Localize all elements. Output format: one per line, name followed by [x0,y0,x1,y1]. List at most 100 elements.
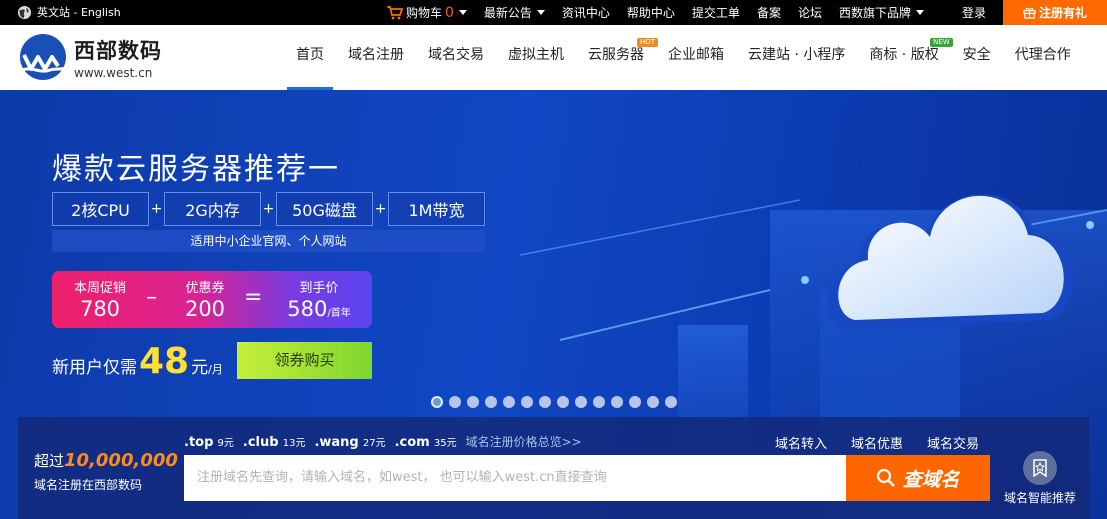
carousel-dot[interactable] [593,396,605,408]
search-icon [877,468,896,487]
west-logo-icon [20,34,66,80]
spec-memory: 2G内存 [164,192,261,226]
final-price: 到手价 580/首年 [274,277,364,327]
new-user-per: /月 [208,363,223,376]
carousel-dot[interactable] [431,396,443,408]
carousel-dots [431,396,677,408]
nav-domain-trade[interactable]: 域名交易 [416,25,496,90]
search-domain-button[interactable]: 查域名 [846,455,990,501]
forum-label: 论坛 [797,6,822,20]
top-link-announcements[interactable]: 最新公告 [484,4,545,21]
tld-item[interactable]: .wang 27元 [314,434,385,450]
tld-name: .wang [314,435,359,450]
nav-label: 云服务器 [588,47,644,63]
tld-price: 9元 [217,438,234,449]
nav-site-builder[interactable]: 云建站 · 小程序 [736,25,857,90]
carousel-dot[interactable] [665,396,677,408]
smart-recommend[interactable]: 域名智能推荐 [1001,451,1079,506]
top-link-forum[interactable]: 论坛 [798,4,822,21]
carousel-dot[interactable] [557,396,569,408]
language-switch[interactable]: 英文站 - English [17,4,121,20]
domain-search-input[interactable]: 注册域名先查询，请输入域名，如west， 也可以输入west.cn直接查询 [184,455,846,501]
plus-sign: + [262,201,275,217]
top-link-news[interactable]: 资讯中心 [562,4,610,21]
tld-name: .club [242,435,279,450]
nav-label: 云建站 · 小程序 [748,47,846,63]
logo-name: 西部数码 [74,38,162,63]
top-link-help[interactable]: 帮助中心 [627,4,675,21]
tld-price: 35元 [433,438,457,449]
carousel-dot[interactable] [539,396,551,408]
cart-count: 0 [444,4,454,21]
nav-label: 商标 · 版权 [869,47,939,63]
nav-agent[interactable]: 代理合作 [1003,25,1083,90]
spec-disk: 50G磁盘 [276,192,373,226]
nav-virtual-host[interactable]: 虚拟主机 [496,25,576,90]
login-link[interactable]: 登录 [962,4,986,21]
chevron-down-icon [536,10,545,15]
nav-label: 安全 [962,47,991,63]
carousel-dot[interactable] [503,396,515,408]
tld-item[interactable]: .club 13元 [243,434,306,450]
tld-price: 13元 [282,438,306,449]
top-link-icp[interactable]: 备案 [757,4,781,21]
carousel-dot[interactable] [611,396,623,408]
nav-security[interactable]: 安全 [951,25,1003,90]
cart-label: 购物车 [405,6,442,20]
search-button-label: 查域名 [902,468,960,491]
nav-domain-register[interactable]: 域名注册 [336,25,416,90]
tld-name: .com [394,435,430,450]
nav-label: 域名注册 [348,47,404,63]
tld-name: .top [184,435,214,450]
announcements-label: 最新公告 [483,6,532,20]
new-badge: NEW [930,38,953,47]
carousel-dot[interactable] [467,396,479,408]
nav-home[interactable]: 首页 [284,25,336,90]
new-user-offer: 新用户仅需 48 元 /月 [52,341,223,382]
nav-label: 企业邮箱 [668,47,724,63]
domain-search-panel: 超过10,000,000 域名注册在西部数码 .top 9元 .club 13元… [18,417,1089,519]
nav-enterprise-mail[interactable]: 企业邮箱 [656,25,736,90]
promo-value: 780 [79,297,121,321]
carousel-dot[interactable] [485,396,497,408]
carousel-dot[interactable] [575,396,587,408]
domain-trade-link[interactable]: 域名交易 [927,433,979,452]
top-link-brands[interactable]: 西数旗下品牌 [839,4,924,21]
site-logo[interactable]: 西部数码 www.west.cn [18,33,162,81]
help-label: 帮助中心 [626,6,675,20]
minus-sign: – [146,285,157,310]
count-prefix: 超过 [34,452,65,470]
news-label: 资讯中心 [561,6,610,20]
ticket-label: 提交工单 [691,6,740,20]
carousel-dot[interactable] [629,396,641,408]
carousel-dot[interactable] [647,396,659,408]
domain-links: 域名转入 域名优惠 域名交易 [775,433,979,452]
smart-label: 域名智能推荐 [1003,491,1076,505]
promo-price: 本周促销 780 [64,277,136,322]
price-strip: 本周促销 780 – 优惠券 200 = 到手价 580/首年 [52,271,372,328]
cart-link[interactable]: 购物车 0 [386,4,467,21]
banner-headline: 爆款云服务器推荐一 [52,152,340,187]
top-link-ticket[interactable]: 提交工单 [692,4,740,21]
icp-label: 备案 [756,6,781,20]
nav-trademark[interactable]: 商标 · 版权 NEW [857,25,953,90]
tld-item[interactable]: .com 35元 [395,434,457,450]
carousel-dot[interactable] [449,396,461,408]
hero-banner[interactable]: 爆款云服务器推荐一 2核CPU + 2G内存 + 50G磁盘 + 1M带宽 适用… [0,90,1107,519]
top-bar: 英文站 - English 购物车 0 最新公告 资讯中心 帮助中心 提交工单 … [0,0,1107,25]
coupon-value: 200 [184,297,226,321]
domain-transfer-link[interactable]: 域名转入 [775,433,827,452]
domain-deals-link[interactable]: 域名优惠 [851,433,903,452]
register-button[interactable]: 注册有礼 [1003,0,1107,25]
login-label: 登录 [961,6,986,20]
nav-cloud-server[interactable]: 云服务器 HOT [576,25,658,90]
carousel-dot[interactable] [521,396,533,408]
coupon-price: 优惠券 200 [169,277,241,322]
claim-coupon-button[interactable]: 领券购买 [237,342,372,379]
final-value: 580 [287,297,328,321]
price-overview-link[interactable]: 域名注册价格总览>> [466,433,582,450]
tld-item[interactable]: .top 9元 [184,434,234,450]
nav-label: 虚拟主机 [508,47,564,63]
chevron-down-icon [458,10,467,15]
domain-stats: 超过10,000,000 域名注册在西部数码 [34,450,178,493]
